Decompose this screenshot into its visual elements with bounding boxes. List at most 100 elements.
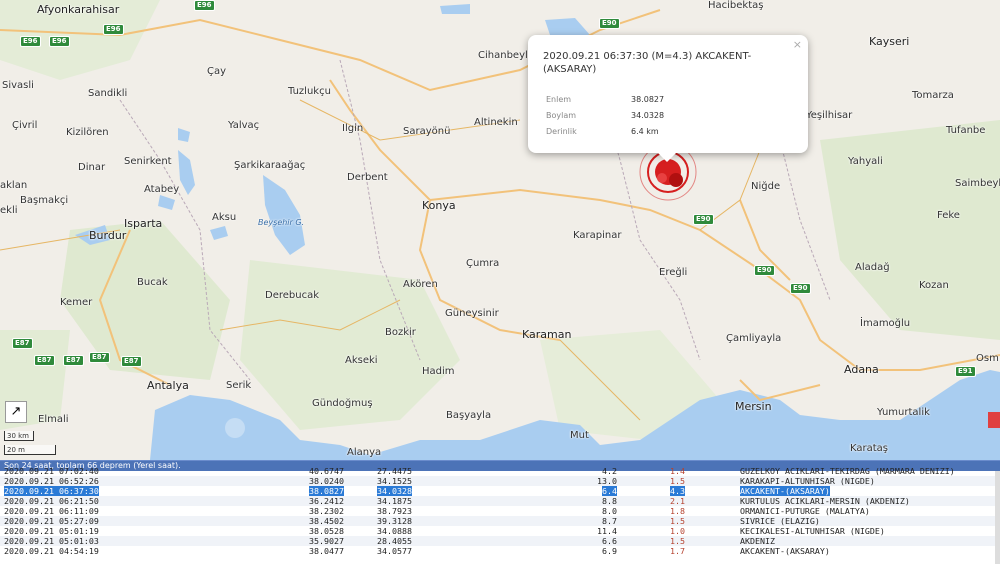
cell-lon: 34.0328 bbox=[377, 486, 412, 496]
city-aladag: Aladağ bbox=[855, 262, 890, 273]
city-civril: Çivril bbox=[12, 120, 38, 131]
city-eregli: Ereğli bbox=[659, 267, 688, 278]
city-alanya: Alanya bbox=[347, 447, 382, 458]
cell-mag: 2.1 bbox=[670, 496, 685, 506]
table-row[interactable]: 2020.09.21 06:21:50 36.2412 34.1875 8.8 2.1 K… bbox=[0, 496, 1000, 506]
cell-lat: 38.0477 bbox=[309, 546, 344, 556]
scale-km: 30 km bbox=[4, 431, 34, 441]
cell-mag: 1.4 bbox=[670, 466, 685, 476]
table-row[interactable]: 2020.09.21 06:37:30 38.0827 34.0328 6.4 4.3 A… bbox=[0, 486, 1000, 496]
city-aklan-partial: aklan bbox=[0, 180, 28, 191]
city-karaman: Karaman bbox=[522, 328, 572, 341]
city-gundogmus: Gündoğmuş bbox=[312, 398, 373, 409]
cell-time: 2020.09.21 06:21:50 bbox=[4, 496, 99, 506]
city-elmali: Elmali bbox=[38, 414, 69, 425]
popup-lon-value: 34.0328 bbox=[631, 111, 665, 120]
popup-lat-value: 38.0827 bbox=[631, 95, 665, 104]
table-row[interactable]: 2020.09.21 07:02:40 40.6747 27.4475 4.2 1.4 G… bbox=[0, 466, 1000, 476]
lake-beysehir-label: Beyşehir G. bbox=[258, 218, 305, 227]
cell-lon: 34.0577 bbox=[377, 546, 412, 556]
city-mersin: Mersin bbox=[735, 400, 772, 413]
city-derebucak: Derebucak bbox=[265, 290, 319, 301]
cell-time: 2020.09.21 06:11:09 bbox=[4, 506, 99, 516]
popup-close-button[interactable]: × bbox=[793, 38, 802, 51]
table-row[interactable]: 2020.09.21 05:01:03 35.9027 28.4055 6.6 1.5 A… bbox=[0, 536, 1000, 546]
shield-e96-c: E96 bbox=[20, 36, 41, 47]
city-hadim: Hadim bbox=[422, 366, 455, 377]
popup-title: 2020.09.21 06:37:30 (M=4.3) AKCAKENT-(AK… bbox=[543, 51, 752, 75]
city-kayseri: Kayseri bbox=[869, 35, 910, 48]
city-akoren: Akören bbox=[403, 279, 438, 290]
table-row[interactable]: 2020.09.21 04:54:19 38.0477 34.0577 6.9 1.7 A… bbox=[0, 546, 1000, 556]
cell-depth: 8.8 bbox=[602, 496, 617, 506]
shield-e90-b: E90 bbox=[693, 214, 714, 225]
scale-mi: 20 m bbox=[4, 445, 56, 455]
popup-lon-label: Boylam bbox=[546, 111, 577, 120]
cell-time: 2020.09.21 07:02:40 bbox=[4, 466, 99, 476]
cell-lat: 38.0528 bbox=[309, 526, 344, 536]
city-karapinar: Karapinar bbox=[573, 230, 622, 241]
cell-depth: 8.7 bbox=[602, 516, 617, 526]
cell-depth: 4.2 bbox=[602, 466, 617, 476]
city-afyonkarahisar: Afyonkarahisar bbox=[37, 3, 120, 16]
cell-place: GUZELKOY ACIKLARI-TEKIRDAG (MARMARA DENI… bbox=[740, 466, 955, 476]
city-mut: Mut bbox=[570, 430, 589, 441]
cell-place: KARAKAPI-ALTUNHISAR (NIGDE) bbox=[740, 476, 875, 486]
shield-e96-a: E96 bbox=[103, 24, 124, 35]
cell-mag: 1.5 bbox=[670, 516, 685, 526]
shield-e96-b: E96 bbox=[194, 0, 215, 11]
cell-lon: 34.0888 bbox=[377, 526, 412, 536]
city-saimbeyli: Saimbeyli bbox=[955, 178, 1000, 189]
city-yumurtalik: Yumurtalik bbox=[877, 407, 930, 418]
shield-e90-c: E90 bbox=[754, 265, 775, 276]
cell-lat: 38.2302 bbox=[309, 506, 344, 516]
city-konya: Konya bbox=[422, 199, 456, 212]
city-camliyayla: Çamliyayla bbox=[726, 333, 782, 344]
popup-depth-label: Derinlik bbox=[546, 127, 577, 136]
city-derbent: Derbent bbox=[347, 172, 388, 183]
city-tomarza: Tomarza bbox=[912, 90, 954, 101]
city-burdur: Burdur bbox=[89, 229, 127, 242]
cell-time: 2020.09.21 04:54:19 bbox=[4, 546, 99, 556]
city-cihanbeyli: Cihanbeyli bbox=[478, 50, 531, 61]
table-row[interactable]: 2020.09.21 05:27:09 38.4502 39.3128 8.7 1.5 S… bbox=[0, 516, 1000, 526]
city-basmakci: Başmakçi bbox=[20, 195, 69, 206]
city-sarkikaraagac: Şarkikaraağaç bbox=[234, 160, 306, 171]
city-tuzlukcu: Tuzlukçu bbox=[288, 86, 331, 97]
city-yesilhisar: Yeşilhisar bbox=[806, 110, 853, 121]
cell-mag: 1.5 bbox=[670, 536, 685, 546]
cell-lat: 35.9027 bbox=[309, 536, 344, 546]
city-adana: Adana bbox=[844, 363, 879, 376]
city-yalvac: Yalvaç bbox=[228, 120, 260, 131]
cell-place: ORMANICI-PUTURGE (MALATYA) bbox=[740, 506, 870, 516]
cell-depth: 6.6 bbox=[602, 536, 617, 546]
cell-time: 2020.09.21 05:27:09 bbox=[4, 516, 99, 526]
city-karatas: Karataş bbox=[850, 443, 889, 454]
cell-lat: 40.6747 bbox=[309, 466, 344, 476]
table-row[interactable]: 2020.09.21 05:01:19 38.0528 34.0888 11.4 1.0… bbox=[0, 526, 1000, 536]
cell-place: KURTULUS ACIKLARI-MERSIN (AKDENIZ) bbox=[740, 496, 910, 506]
city-cay: Çay bbox=[207, 66, 227, 77]
shield-e90-a: E90 bbox=[599, 18, 620, 29]
map-view[interactable]: Afyonkarahisar Çay Sivasli Sandikli Tuzlukçu… bbox=[0, 0, 1000, 460]
shield-e87-a: E87 bbox=[12, 338, 33, 349]
cell-depth: 6.4 bbox=[602, 486, 617, 496]
list-scrollbar[interactable] bbox=[995, 471, 1000, 564]
cell-lat: 38.0240 bbox=[309, 476, 344, 486]
city-bozkir: Bozkir bbox=[385, 327, 416, 338]
city-ekli-partial: ekli bbox=[0, 205, 18, 216]
table-row[interactable]: 2020.09.21 06:11:09 38.2302 38.7923 8.0 1.8 O… bbox=[0, 506, 1000, 516]
cell-lat: 38.4502 bbox=[309, 516, 344, 526]
city-senirkent: Senirkent bbox=[124, 156, 172, 167]
city-tufanbeyli: Tufanbe bbox=[946, 125, 986, 136]
city-antalya: Antalya bbox=[147, 379, 189, 392]
shield-e90-d: E90 bbox=[790, 283, 811, 294]
shield-e96-d: E96 bbox=[49, 36, 70, 47]
expand-map-icon[interactable]: ↗ bbox=[5, 401, 27, 423]
cell-time: 2020.09.21 05:01:03 bbox=[4, 536, 99, 546]
cell-place: SIVRICE (ELAZIG) bbox=[740, 516, 820, 526]
cell-lon: 34.1875 bbox=[377, 496, 412, 506]
table-row[interactable]: 2020.09.21 06:52:26 38.0240 34.1525 13.0 1.5… bbox=[0, 476, 1000, 486]
cell-mag: 4.3 bbox=[670, 486, 685, 496]
shield-e87-c: E87 bbox=[63, 355, 84, 366]
